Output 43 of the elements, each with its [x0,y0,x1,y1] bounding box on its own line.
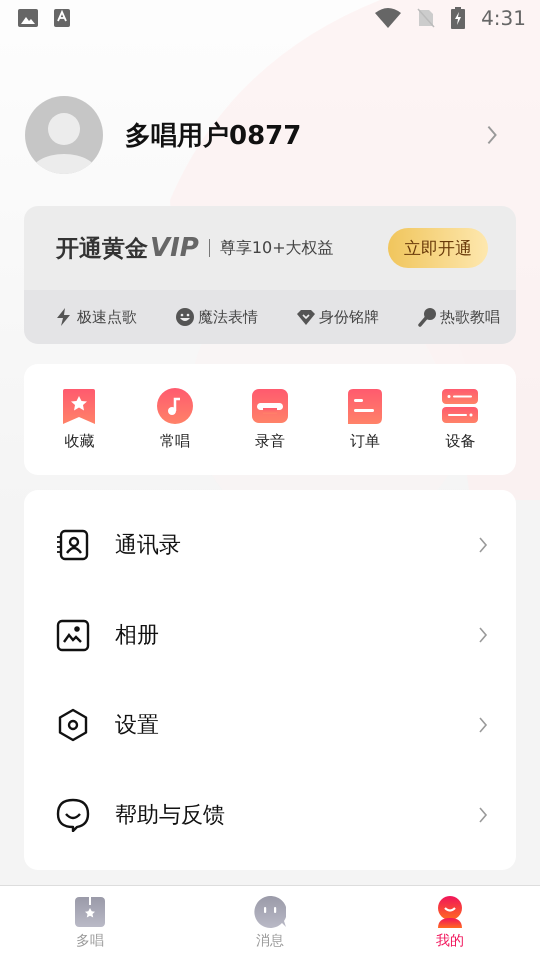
perk-label: 身份铭牌 [319,308,379,326]
text-icon [54,9,70,27]
server-icon [442,388,478,424]
smiley-icon [175,307,195,327]
cassette-icon [252,388,288,424]
image-icon [18,9,38,27]
document-icon [347,388,384,424]
menu-item[interactable]: 设置 [24,695,516,755]
shortcut-item[interactable]: 订单 [347,388,384,451]
chevron-right-icon [478,626,488,644]
open-vip-button[interactable]: 立即开通 [388,228,488,268]
chat-smile-icon [56,798,90,832]
star-box-icon [74,896,106,928]
chat-bubble-icon [254,896,286,928]
perk-label: 极速点歌 [77,308,137,326]
bookmark-icon [62,388,98,424]
status-time: 4:31 [481,6,526,30]
perk-label: 热歌教唱 [440,308,500,326]
wifi-icon [375,8,402,28]
no-sim-icon [417,8,436,28]
chevron-right-icon [478,536,488,554]
contact-book-icon [56,528,90,562]
photo-icon [56,618,90,652]
settings-icon [56,708,90,742]
chevron-right-icon[interactable] [486,124,498,146]
music-note-icon [156,388,193,424]
chevron-right-icon [478,806,488,824]
user-name: 多唱用户0877 [125,120,302,152]
microphone-icon [417,307,437,327]
vip-subtitle: 尊享10+大权益 [220,238,335,258]
nav-tab[interactable]: 我的 [360,886,540,960]
menu-item[interactable]: 相册 [24,605,516,665]
battery-icon [451,7,466,29]
vip-title: 开通黄金VIP [56,232,199,264]
shortcut-item[interactable]: 收藏 [62,388,98,451]
shortcut-item[interactable]: 常唱 [156,388,193,451]
diamond-icon [296,307,316,327]
menu-item[interactable]: 帮助与反馈 [24,785,516,845]
menu-item[interactable]: 通讯录 [24,515,516,575]
chevron-right-icon [478,716,488,734]
shortcut-item[interactable]: 设备 [442,388,478,451]
shortcut-item[interactable]: 录音 [252,388,288,451]
perk-label: 魔法表情 [198,308,258,326]
